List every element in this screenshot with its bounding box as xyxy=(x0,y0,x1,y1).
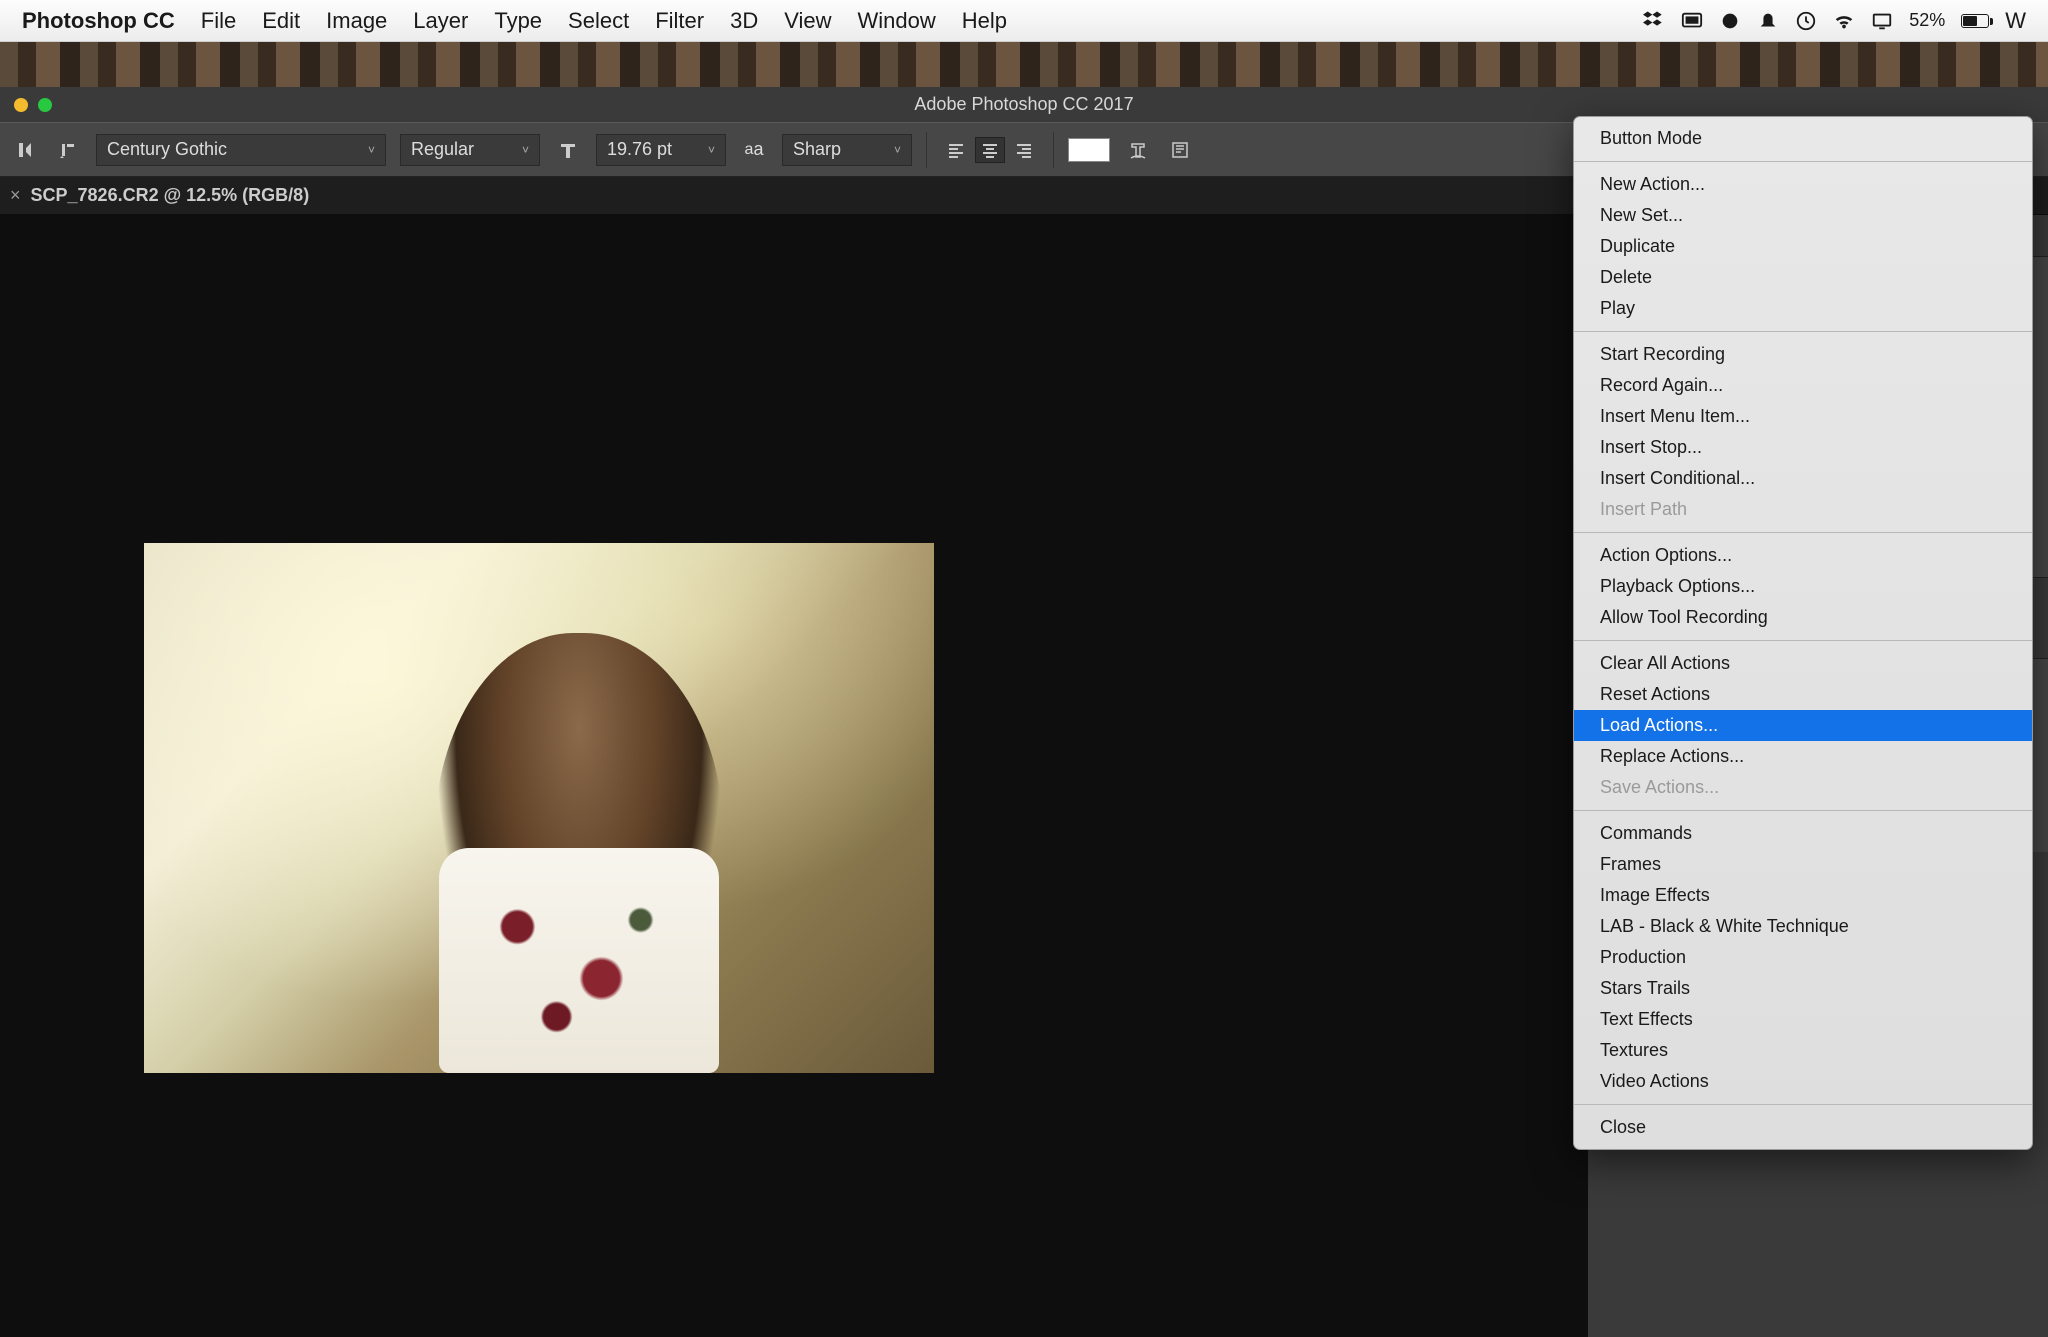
align-left-button[interactable] xyxy=(941,137,971,163)
menu-item-new-action[interactable]: New Action... xyxy=(1574,169,2032,200)
menu-item-commands[interactable]: Commands xyxy=(1574,818,2032,849)
menu-item-stars-trails[interactable]: Stars Trails xyxy=(1574,973,2032,1004)
font-size-value: 19.76 pt xyxy=(607,139,672,160)
menu-type[interactable]: Type xyxy=(494,8,542,34)
menu-item-play[interactable]: Play xyxy=(1574,293,2032,324)
menu-item-clear-all-actions[interactable]: Clear All Actions xyxy=(1574,648,2032,679)
menu-item-save-actions: Save Actions... xyxy=(1574,772,2032,803)
menu-filter[interactable]: Filter xyxy=(655,8,704,34)
font-size-dropdown[interactable]: 19.76 pt˅ xyxy=(596,134,726,166)
tool-preset-icon[interactable] xyxy=(12,136,40,164)
menu-item-text-effects[interactable]: Text Effects xyxy=(1574,1004,2032,1035)
antialias-value: Sharp xyxy=(793,139,841,160)
wifi-icon[interactable] xyxy=(1833,10,1855,32)
menu-item-new-set[interactable]: New Set... xyxy=(1574,200,2032,231)
menu-item-lab-black-white-technique[interactable]: LAB - Black & White Technique xyxy=(1574,911,2032,942)
orientation-icon[interactable] xyxy=(54,136,82,164)
menu-help[interactable]: Help xyxy=(962,8,1007,34)
character-panel-icon[interactable] xyxy=(1166,136,1194,164)
display-icon[interactable] xyxy=(1871,10,1893,32)
minimize-button[interactable] xyxy=(14,98,28,112)
menu-item-delete[interactable]: Delete xyxy=(1574,262,2032,293)
notification-icon[interactable] xyxy=(1757,10,1779,32)
menu-item-playback-options[interactable]: Playback Options... xyxy=(1574,571,2032,602)
battery-icon[interactable] xyxy=(1961,14,1989,28)
menu-item-production[interactable]: Production xyxy=(1574,942,2032,973)
antialias-dropdown[interactable]: Sharp˅ xyxy=(782,134,912,166)
menu-item-insert-path: Insert Path xyxy=(1574,494,2032,525)
extra-indicator: W xyxy=(2005,8,2026,34)
menu-view[interactable]: View xyxy=(784,8,831,34)
menu-item-start-recording[interactable]: Start Recording xyxy=(1574,339,2032,370)
font-weight-value: Regular xyxy=(411,139,474,160)
align-right-button[interactable] xyxy=(1009,137,1039,163)
mission-control-icon[interactable] xyxy=(1681,10,1703,32)
menu-item-button-mode[interactable]: Button Mode xyxy=(1574,123,2032,154)
close-tab-button[interactable]: × xyxy=(0,185,31,206)
menu-item-textures[interactable]: Textures xyxy=(1574,1035,2032,1066)
zoom-button[interactable] xyxy=(38,98,52,112)
antialias-label-icon: aa xyxy=(740,136,768,164)
traffic-lights[interactable] xyxy=(0,98,52,112)
window-title: Adobe Photoshop CC 2017 xyxy=(914,94,1133,115)
menu-edit[interactable]: Edit xyxy=(262,8,300,34)
menu-item-frames[interactable]: Frames xyxy=(1574,849,2032,880)
menu-item-allow-tool-recording[interactable]: Allow Tool Recording xyxy=(1574,602,2032,633)
document-tab[interactable]: SCP_7826.CR2 @ 12.5% (RGB/8) xyxy=(31,185,310,206)
actions-context-menu[interactable]: Button Mode New Action...New Set...Duplic… xyxy=(1573,116,2033,1150)
creative-cloud-icon[interactable] xyxy=(1719,10,1741,32)
application-frame-decoration xyxy=(0,42,2048,87)
menu-file[interactable]: File xyxy=(201,8,236,34)
text-align-group xyxy=(941,137,1039,163)
menu-item-insert-conditional[interactable]: Insert Conditional... xyxy=(1574,463,2032,494)
text-color-swatch[interactable] xyxy=(1068,138,1110,162)
menu-layer[interactable]: Layer xyxy=(413,8,468,34)
font-size-icon xyxy=(554,136,582,164)
menu-item-duplicate[interactable]: Duplicate xyxy=(1574,231,2032,262)
menu-item-insert-menu-item[interactable]: Insert Menu Item... xyxy=(1574,401,2032,432)
menu-item-close[interactable]: Close xyxy=(1574,1112,2032,1143)
font-family-value: Century Gothic xyxy=(107,139,227,160)
menu-item-video-actions[interactable]: Video Actions xyxy=(1574,1066,2032,1097)
menu-item-image-effects[interactable]: Image Effects xyxy=(1574,880,2032,911)
menu-item-load-actions[interactable]: Load Actions... xyxy=(1574,710,2032,741)
menu-item-reset-actions[interactable]: Reset Actions xyxy=(1574,679,2032,710)
menu-item-replace-actions[interactable]: Replace Actions... xyxy=(1574,741,2032,772)
menu-select[interactable]: Select xyxy=(568,8,629,34)
warp-text-icon[interactable] xyxy=(1124,136,1152,164)
menu-window[interactable]: Window xyxy=(858,8,936,34)
menu-image[interactable]: Image xyxy=(326,8,387,34)
time-machine-icon[interactable] xyxy=(1795,10,1817,32)
battery-percent: 52% xyxy=(1909,10,1945,31)
align-center-button[interactable] xyxy=(975,137,1005,163)
dropbox-icon[interactable] xyxy=(1643,10,1665,32)
menu-item-action-options[interactable]: Action Options... xyxy=(1574,540,2032,571)
font-weight-dropdown[interactable]: Regular˅ xyxy=(400,134,540,166)
app-name: Photoshop CC xyxy=(22,8,175,34)
menu-item-insert-stop[interactable]: Insert Stop... xyxy=(1574,432,2032,463)
mac-menubar: Photoshop CC File Edit Image Layer Type … xyxy=(0,0,2048,42)
system-tray: 52% W xyxy=(1643,8,2026,34)
canvas-image[interactable] xyxy=(144,543,934,1073)
menu-item-record-again[interactable]: Record Again... xyxy=(1574,370,2032,401)
menu-3d[interactable]: 3D xyxy=(730,8,758,34)
font-family-dropdown[interactable]: Century Gothic˅ xyxy=(96,134,386,166)
